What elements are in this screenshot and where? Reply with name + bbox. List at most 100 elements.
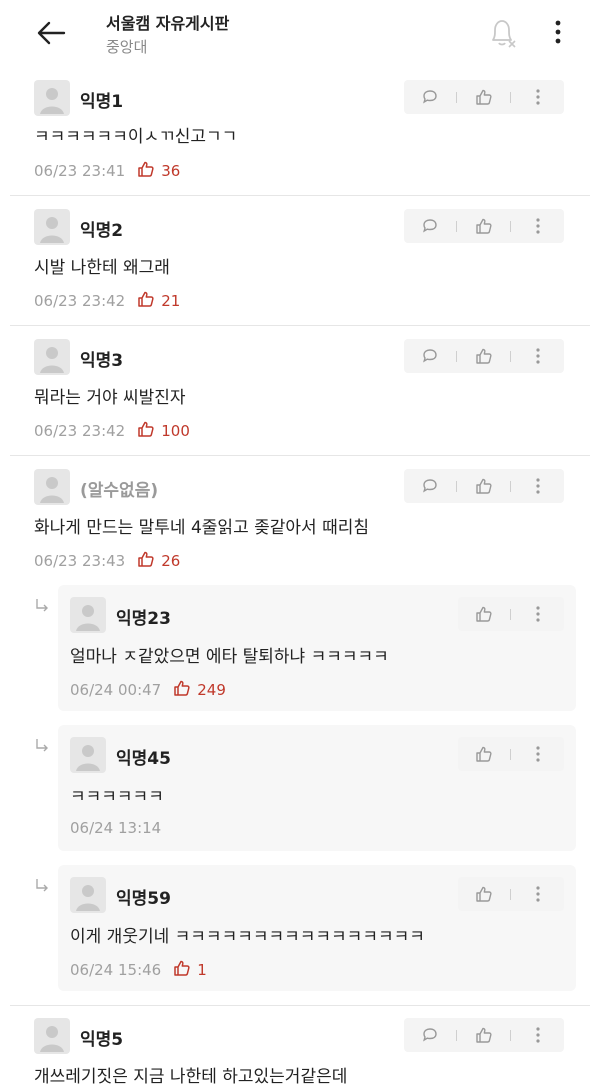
reply-time: 06/24 13:14 [70, 819, 162, 837]
avatar [34, 1018, 70, 1054]
like-count: 26 [161, 552, 181, 570]
comment-author: 익명1 [80, 92, 124, 112]
more-vertical-icon [536, 746, 540, 762]
reply-actions [458, 737, 564, 771]
reply-actions [458, 597, 564, 631]
reply-meta: 06/24 15:46 1 [70, 959, 207, 979]
divider [10, 1005, 590, 1006]
avatar [70, 597, 106, 633]
avatar [34, 80, 70, 116]
reply-author: 익명59 [116, 889, 171, 909]
thumbs-up-icon [138, 421, 154, 437]
thumbs-up-icon [138, 291, 154, 307]
reply-text: ㅋㅋㅋㅋㅋㅋ [70, 787, 164, 807]
comment-author: 익명2 [80, 221, 124, 241]
comment-actions [404, 339, 564, 373]
more-options-button[interactable] [520, 877, 556, 911]
reply-time: 06/24 15:46 [70, 961, 162, 979]
more-vertical-icon [536, 348, 540, 364]
comment-actions [404, 209, 564, 243]
thumbs-up-icon [174, 960, 190, 976]
reply-meta: 06/24 13:14 [70, 819, 161, 837]
like-button[interactable] [466, 469, 502, 503]
like-button[interactable] [466, 209, 502, 243]
divider [456, 351, 457, 362]
more-options-button[interactable] [520, 1018, 556, 1052]
thumbs-up-icon [476, 1027, 492, 1043]
like-count: 21 [161, 292, 181, 310]
app-header: 서울캠 자유게시판 중앙대 [0, 0, 600, 66]
like-count: 100 [161, 422, 190, 440]
speech-bubble-icon [423, 479, 437, 493]
speech-bubble-icon [423, 219, 437, 233]
thumbs-up-icon [174, 680, 190, 696]
comment-text: ㅋㅋㅋㅋㅋㅋ이ㅅㄲ신고ㄱㄱ [34, 127, 238, 147]
like-button[interactable] [466, 877, 502, 911]
divider [510, 481, 511, 492]
reply-text: 얼마나 ㅈ같았으면 에타 탈퇴하냐 ㅋㅋㅋㅋㅋ [70, 647, 389, 667]
more-options-button[interactable] [520, 339, 556, 373]
speech-bubble-icon [423, 90, 437, 104]
like-button[interactable] [466, 1018, 502, 1052]
more-vertical-icon [536, 606, 540, 622]
comment-text: 뭐라는 거야 씨발진자 [34, 388, 186, 408]
more-options-button[interactable] [520, 209, 556, 243]
reply-time: 06/24 00:47 [70, 681, 162, 699]
reply-item: 익명59 이게 개웃기네 ㅋㅋㅋㅋㅋㅋㅋㅋㅋㅋㅋㅋㅋㅋㅋㅋ 06/24 15:4… [58, 865, 576, 991]
more-vertical-icon [536, 1027, 540, 1043]
reply-button[interactable] [412, 209, 448, 243]
divider [10, 455, 590, 456]
divider [510, 1030, 511, 1041]
more-options-button[interactable] [520, 80, 556, 114]
thumbs-up-icon [476, 746, 492, 762]
more-vertical-icon [536, 89, 540, 105]
like-count: 249 [197, 681, 226, 699]
divider [456, 481, 457, 492]
reply-button[interactable] [412, 80, 448, 114]
comment-author: 익명3 [80, 351, 124, 371]
divider [510, 889, 511, 900]
reply-button[interactable] [412, 1018, 448, 1052]
thumbs-up-icon [476, 348, 492, 364]
reply-item: 익명45 ㅋㅋㅋㅋㅋㅋ 06/24 13:14 [58, 725, 576, 851]
comment-meta: 06/23 23:42 21 [34, 290, 180, 310]
reply-button[interactable] [412, 469, 448, 503]
avatar [34, 339, 70, 375]
avatar [34, 209, 70, 245]
more-vertical-icon [536, 218, 540, 234]
comment-author: 익명5 [80, 1030, 124, 1050]
comment-time: 06/23 23:43 [34, 552, 126, 570]
more-vertical-icon [536, 886, 540, 902]
more-options-button[interactable] [520, 597, 556, 631]
reply-text: 이게 개웃기네 ㅋㅋㅋㅋㅋㅋㅋㅋㅋㅋㅋㅋㅋㅋㅋㅋ [70, 927, 425, 947]
reply-button[interactable] [412, 339, 448, 373]
more-vertical-icon[interactable] [548, 18, 568, 46]
divider [456, 221, 457, 232]
board-subtitle: 중앙대 [106, 38, 148, 56]
comment-actions [404, 469, 564, 503]
comment-author: (알수없음) [80, 481, 159, 501]
reply-arrow-icon [36, 599, 48, 612]
speech-bubble-icon [423, 1028, 437, 1042]
like-button[interactable] [466, 597, 502, 631]
divider [456, 1030, 457, 1041]
more-options-button[interactable] [520, 469, 556, 503]
like-button[interactable] [466, 339, 502, 373]
reply-item: 익명23 얼마나 ㅈ같았으면 에타 탈퇴하냐 ㅋㅋㅋㅋㅋ 06/24 00:47… [58, 585, 576, 711]
divider [510, 609, 511, 620]
more-options-button[interactable] [520, 737, 556, 771]
comment-time: 06/23 23:41 [34, 162, 126, 180]
avatar [34, 469, 70, 505]
comment-meta: 06/23 23:43 26 [34, 550, 180, 570]
comment-actions [404, 1018, 564, 1052]
comment-time: 06/23 23:42 [34, 422, 126, 440]
like-button[interactable] [466, 80, 502, 114]
bell-off-icon[interactable] [484, 14, 520, 50]
thumbs-up-icon [138, 551, 154, 567]
reply-author: 익명45 [116, 749, 171, 769]
thumbs-up-icon [476, 886, 492, 902]
reply-arrow-icon [36, 739, 48, 752]
reply-meta: 06/24 00:47 249 [70, 679, 226, 699]
back-arrow-icon[interactable] [36, 20, 66, 46]
like-button[interactable] [466, 737, 502, 771]
